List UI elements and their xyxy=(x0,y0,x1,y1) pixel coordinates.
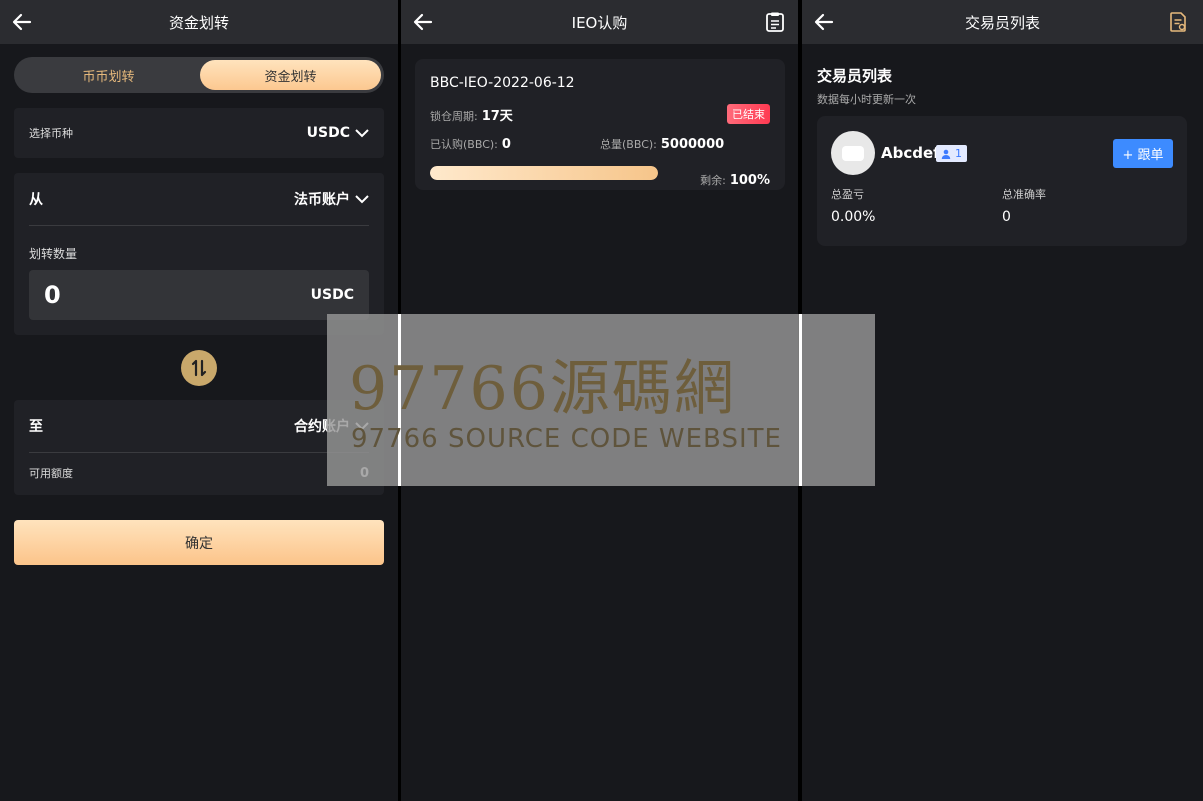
user-icon xyxy=(941,149,951,159)
avatar[interactable] xyxy=(831,131,875,175)
ieo-name: BBC-IEO-2022-06-12 xyxy=(430,75,575,91)
from-label: 从 xyxy=(29,192,43,208)
from-value-text: 法币账户 xyxy=(294,192,350,208)
amount-label: 划转数量 xyxy=(29,247,78,261)
total-amount: 总量(BBC): 5000000 xyxy=(600,133,724,152)
follower-count: 1 xyxy=(955,147,962,160)
remaining: 剩余: 100% xyxy=(700,169,770,188)
remaining-label: 剩余: xyxy=(700,174,726,187)
from-account-card: 从 法币账户 划转数量 0 USDC xyxy=(14,173,384,335)
ieo-item-card[interactable]: BBC-IEO-2022-06-12 锁仓周期: 17天 已结束 已认购(BBC)… xyxy=(415,59,785,190)
coin-value-text: USDC xyxy=(306,125,350,141)
back-arrow-icon[interactable] xyxy=(812,10,836,34)
clipboard-list-icon[interactable] xyxy=(764,11,786,33)
back-arrow-icon[interactable] xyxy=(10,10,34,34)
tab-coin-transfer[interactable]: 币币划转 xyxy=(17,60,200,90)
from-account-row[interactable]: 从 法币账户 xyxy=(14,173,384,225)
trader-list-heading: 交易员列表 xyxy=(817,67,893,85)
total-label: 总量(BBC): xyxy=(600,138,657,151)
back-arrow-icon[interactable] xyxy=(411,10,435,34)
amount-input[interactable]: 0 USDC xyxy=(29,270,369,320)
lock-label: 锁仓周期: xyxy=(430,109,478,123)
ieo-header: IEO认购 xyxy=(401,0,798,44)
pnl-value: 0.00% xyxy=(831,209,876,225)
swap-icon xyxy=(191,359,207,377)
document-icon[interactable] xyxy=(1167,11,1189,33)
amount-unit: USDC xyxy=(310,287,354,303)
follow-button[interactable]: + 跟单 xyxy=(1113,139,1173,168)
subscribed-label: 已认购(BBC): xyxy=(430,138,498,151)
subscribed-value: 0 xyxy=(501,137,511,152)
chevron-down-icon xyxy=(355,195,369,204)
coin-select-label: 选择币种 xyxy=(29,127,73,140)
amount-value[interactable]: 0 xyxy=(44,281,61,309)
accuracy-label: 总准确率 xyxy=(1002,188,1046,201)
coin-select-value[interactable]: USDC xyxy=(307,125,369,141)
status-badge: 已结束 xyxy=(727,104,770,124)
trader-name: Abcdef xyxy=(881,144,940,162)
watermark-main-text: 97766源碼網 xyxy=(349,354,736,424)
watermark-overlay: 97766源碼網 97766 SOURCE CODE WEBSITE xyxy=(327,314,875,486)
remaining-value: 100% xyxy=(729,173,770,188)
total-value: 5000000 xyxy=(660,137,725,152)
trader-header: 交易员列表 xyxy=(802,0,1203,44)
from-account-value[interactable]: 法币账户 xyxy=(294,189,369,209)
progress-bar xyxy=(430,165,658,180)
divider xyxy=(799,314,802,486)
trader-card[interactable]: Abcdef 1 + 跟单 总盈亏 0.00% 总准确率 0 xyxy=(817,116,1187,246)
progress-fill xyxy=(430,165,658,180)
page-title: IEO认购 xyxy=(571,13,628,32)
pnl-label: 总盈亏 xyxy=(831,188,864,201)
avatar-placeholder-icon xyxy=(842,146,864,161)
available-label: 可用额度 xyxy=(29,467,73,480)
transfer-header: 资金划转 xyxy=(0,0,398,44)
lock-value: 17天 xyxy=(481,108,513,124)
chevron-down-icon xyxy=(355,129,369,138)
lock-period: 锁仓周期: 17天 xyxy=(430,105,513,124)
confirm-button[interactable]: 确定 xyxy=(14,520,384,565)
page-title: 资金划转 xyxy=(168,13,229,32)
swap-direction-button[interactable] xyxy=(181,350,217,386)
coin-select-card[interactable]: 选择币种 USDC xyxy=(14,108,384,158)
page-title: 交易员列表 xyxy=(964,13,1040,32)
to-label: 至 xyxy=(29,419,43,435)
accuracy-value: 0 xyxy=(1002,209,1011,225)
update-note: 数据每小时更新一次 xyxy=(817,93,916,106)
watermark-sub-text: 97766 SOURCE CODE WEBSITE xyxy=(351,424,782,454)
subscribed: 已认购(BBC): 0 xyxy=(430,133,600,152)
follower-badge: 1 xyxy=(936,145,967,162)
transfer-type-switch: 币币划转 资金划转 xyxy=(14,57,384,93)
tab-fund-transfer[interactable]: 资金划转 xyxy=(200,60,381,90)
